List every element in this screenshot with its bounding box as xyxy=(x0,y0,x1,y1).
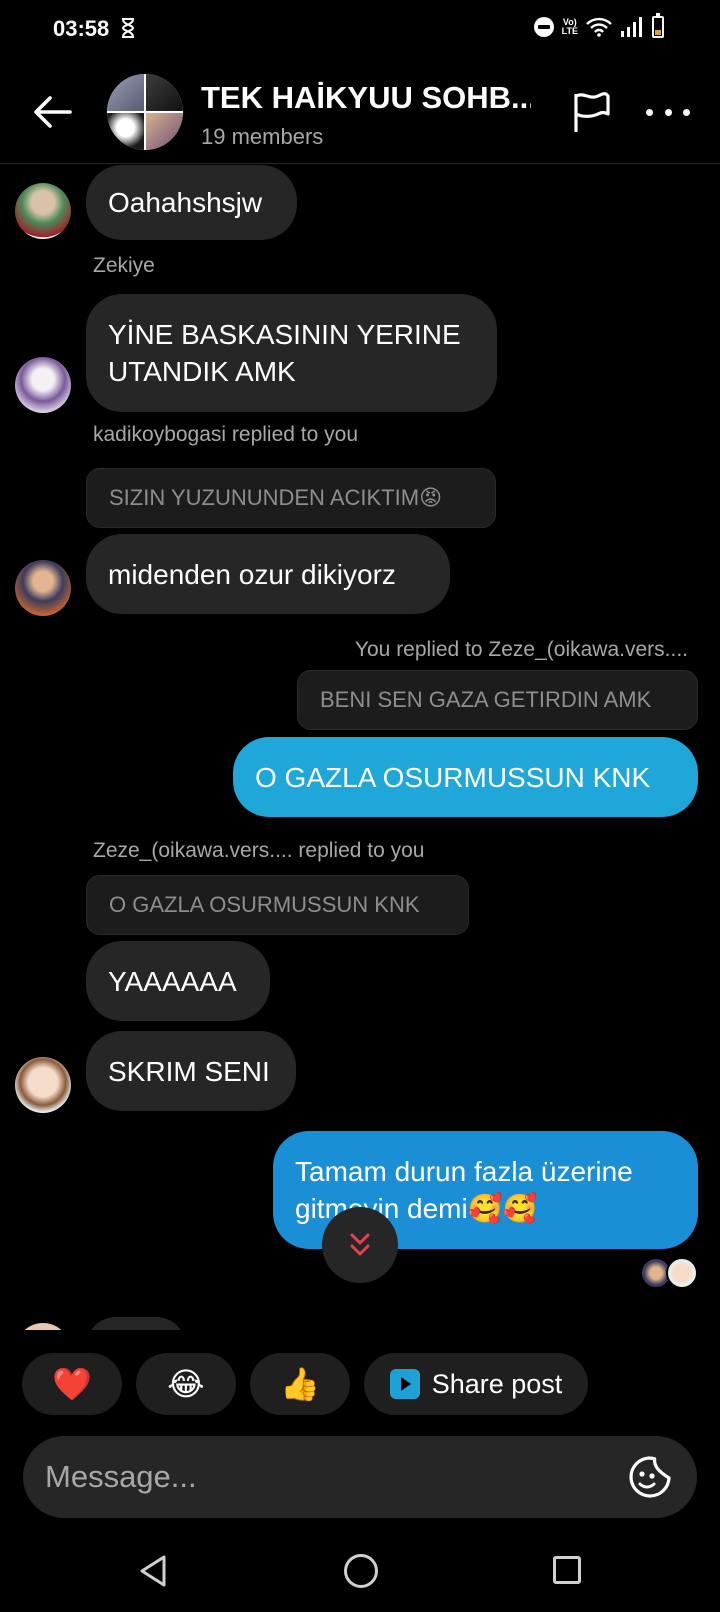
chevrons-down-icon xyxy=(350,1233,370,1256)
battery-icon xyxy=(652,13,664,38)
flag-icon[interactable] xyxy=(571,90,613,134)
avatar[interactable] xyxy=(15,1323,71,1330)
nav-home-icon[interactable] xyxy=(344,1554,378,1588)
status-time: 03:58 xyxy=(53,16,110,41)
avatar[interactable] xyxy=(15,1057,71,1113)
more-dot xyxy=(683,108,690,116)
message-bubble[interactable]: midenden ozur dikiyorz xyxy=(86,534,450,614)
quick-reply-bar: ❤️ 😂 👍 Share post xyxy=(22,1353,588,1415)
heart-reaction-button[interactable]: ❤️ xyxy=(22,1353,122,1415)
reply-quote[interactable]: O GAZLA OSURMUSSUN KNK xyxy=(86,875,469,935)
avatar[interactable] xyxy=(15,357,71,413)
arrow-left-icon[interactable] xyxy=(30,90,74,134)
message-composer xyxy=(23,1436,697,1518)
status-bar: 03:58 Vo) LTE xyxy=(0,0,720,58)
more-dot xyxy=(646,108,653,116)
system-nav-bar xyxy=(0,1540,720,1612)
message-bubble[interactable]: YİNE BASKASININ YERINE UTANDIK AMK xyxy=(86,294,497,412)
nav-back-icon[interactable] xyxy=(138,1554,170,1588)
message-bubble[interactable]: Oahahshsjw xyxy=(86,165,297,240)
wifi-icon xyxy=(586,17,612,37)
sender-name: Zekiye xyxy=(93,254,155,277)
volte-icon: Vo) LTE xyxy=(561,17,578,36)
avatar[interactable] xyxy=(15,560,71,616)
scroll-to-bottom-button[interactable] xyxy=(322,1207,398,1283)
share-post-label: Share post xyxy=(431,1368,563,1399)
message-bubble-outgoing[interactable]: O GAZLA OSURMUSSUN KNK xyxy=(233,737,698,817)
heart-icon: ❤️ xyxy=(52,1366,92,1402)
signal-icon xyxy=(621,17,642,37)
seen-avatar xyxy=(666,1257,698,1289)
share-post-button[interactable]: Share post xyxy=(364,1353,588,1415)
thumbs-up-reaction-button[interactable]: 👍 xyxy=(250,1353,350,1415)
seen-by-avatars[interactable] xyxy=(640,1257,702,1289)
status-icons: Vo) LTE xyxy=(533,13,664,38)
laughing-face-icon: 😂 xyxy=(167,1366,205,1402)
thumbs-up-icon: 👍 xyxy=(280,1366,320,1402)
reply-quote[interactable]: SIZIN YUZUNUNDEN ACIKTIM😡 xyxy=(86,468,496,528)
group-avatar[interactable] xyxy=(107,74,183,150)
message-input[interactable] xyxy=(45,1436,605,1518)
reply-context: You replied to Zeze_(oikawa.vers.... xyxy=(354,638,688,661)
nav-recents-icon[interactable] xyxy=(553,1556,581,1584)
message-list[interactable]: Oahahshsjw Zekiye YİNE BASKASININ YERINE… xyxy=(0,165,720,1330)
message-bubble[interactable]: SKRIM SENI xyxy=(86,1031,296,1111)
more-dot xyxy=(664,108,672,116)
sticker-icon[interactable] xyxy=(627,1454,673,1500)
play-square-icon xyxy=(389,1369,420,1399)
member-count: 19 members xyxy=(201,124,324,149)
hourglass-icon xyxy=(121,18,135,38)
chat-title[interactable]: TEK HAİKYUU SOHB... xyxy=(201,80,531,116)
reply-quote[interactable]: BENI SEN GAZA GETIRDIN AMK xyxy=(297,670,698,730)
do-not-disturb-icon xyxy=(533,17,554,37)
laugh-reaction-button[interactable]: 😂 xyxy=(136,1353,236,1415)
reply-context: Zeze_(oikawa.vers.... replied to you xyxy=(93,839,425,862)
reply-context: kadikoybogasi replied to you xyxy=(93,423,359,446)
avatar[interactable] xyxy=(15,183,71,239)
message-bubble[interactable]: YAAAAAA xyxy=(86,941,270,1021)
message-bubble[interactable] xyxy=(86,1317,186,1330)
chat-header: TEK HAİKYUU SOHB... 19 members xyxy=(0,62,720,164)
more-options-button[interactable] xyxy=(646,98,690,126)
